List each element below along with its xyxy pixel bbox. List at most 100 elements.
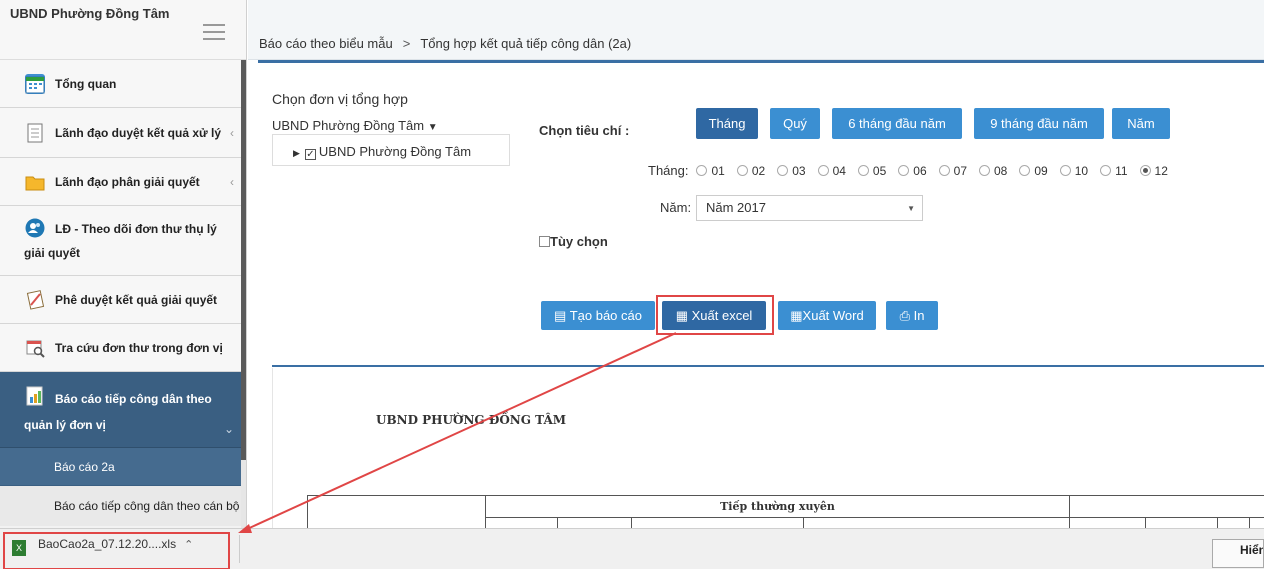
month-radio-label: 02 bbox=[751, 164, 766, 178]
year-select[interactable]: Năm 2017 ▼ bbox=[696, 195, 923, 221]
unit-checkbox[interactable]: ✓ bbox=[304, 149, 316, 160]
month-radio[interactable] bbox=[1139, 165, 1151, 176]
download-filename: BaoCao2a_07.12.20....xls bbox=[38, 537, 177, 551]
sidebar-item-approve-results[interactable]: Lãnh đạo duyệt kết quả xử lý ‹ bbox=[0, 108, 246, 158]
sidebar-item-report-by-unit[interactable]: Báo cáo tiếp công dân theo quản lý đơn v… bbox=[0, 372, 246, 448]
app-window: UBND Phường Đồng Tâm Tổng quan Lãnh đạo … bbox=[0, 0, 1264, 569]
custom-option-label: Tùy chọn bbox=[550, 234, 608, 249]
breadcrumb: Báo cáo theo biểu mẫu > Tổng hợp kết quả t… bbox=[259, 36, 631, 51]
year-label: Năm: bbox=[660, 200, 692, 215]
unit-dropdown-value: UBND Phường Đồng Tâm bbox=[272, 118, 425, 133]
month-radio-label: 08 bbox=[994, 164, 1008, 178]
month-radio[interactable] bbox=[736, 165, 748, 176]
download-item[interactable]: X BaoCao2a_07.12.20....xls ⌃ bbox=[12, 537, 193, 556]
excel-file-icon: ▦ bbox=[675, 308, 688, 323]
search-calendar-icon bbox=[25, 338, 45, 358]
month-radio[interactable] bbox=[777, 165, 789, 176]
year-select-value: Năm 2017 bbox=[706, 200, 766, 215]
month-radio[interactable] bbox=[898, 165, 910, 176]
show-all-button[interactable]: Hiển bbox=[1212, 539, 1264, 568]
export-excel-button[interactable]: ▦ Xuất excel bbox=[662, 301, 766, 330]
sidebar-item-label: Lãnh đạo phân giải quyết bbox=[55, 174, 200, 189]
document-icon bbox=[25, 123, 45, 143]
month-radio-label: 04 bbox=[832, 164, 846, 178]
period-year-button[interactable]: Năm bbox=[1112, 108, 1170, 139]
chevron-down-icon: ⌄ bbox=[223, 422, 234, 436]
custom-option-checkbox[interactable] bbox=[539, 236, 550, 247]
month-radio-label: 09 bbox=[1034, 164, 1048, 178]
sidebar-brand: UBND Phường Đồng Tâm bbox=[0, 0, 246, 60]
sidebar-item-label: LĐ - Theo dõi đơn thư thụ lý bbox=[55, 222, 217, 236]
unit-heading: Chọn đơn vị tổng hợp bbox=[272, 91, 408, 107]
chevron-left-icon: ‹ bbox=[230, 174, 234, 189]
sidebar-item-label: Tra cứu đơn thư trong đơn vị bbox=[55, 340, 223, 355]
sidebar-item-label: Phê duyệt kết quả giải quyết bbox=[55, 292, 218, 307]
table-cell bbox=[1069, 495, 1264, 518]
sidebar-item-approve-resolution[interactable]: Phê duyệt kết quả giải quyết bbox=[0, 276, 246, 324]
sidebar-item-label: Báo cáo tiếp công dân theo bbox=[55, 392, 212, 406]
create-report-label: Tạo báo cáo bbox=[569, 308, 642, 323]
period-9-months-button[interactable]: 9 tháng đầu năm bbox=[974, 108, 1104, 139]
sidebar-subitem-report-by-staff[interactable]: Báo cáo tiếp công dân theo cán bộ bbox=[0, 486, 246, 526]
month-radio[interactable] bbox=[1019, 165, 1031, 176]
period-6-months-button[interactable]: 6 tháng đầu năm bbox=[832, 108, 962, 139]
month-radio-group: Tháng: 01 02 03 04 05 06 07 08 09 10 11 12 bbox=[648, 163, 1174, 178]
sidebar-item-overview[interactable]: Tổng quan bbox=[0, 60, 246, 108]
export-word-button[interactable]: ▦Xuất Word bbox=[778, 301, 876, 330]
month-radio-label: 12 bbox=[1154, 164, 1168, 178]
chevron-up-icon[interactable]: ⌃ bbox=[184, 539, 193, 551]
month-radio[interactable] bbox=[979, 165, 990, 176]
people-icon bbox=[25, 218, 45, 238]
chevron-left-icon: ‹ bbox=[230, 125, 234, 140]
month-label: Tháng: bbox=[648, 163, 689, 178]
period-quarter-button[interactable]: Quý bbox=[770, 108, 820, 139]
report-preview: UBND PHƯỜNG ĐỒNG TÂM Tiếp thường xuyên bbox=[272, 368, 1264, 540]
sidebar-item-label-line2: giải quyết bbox=[24, 246, 81, 260]
month-radio-label: 05 bbox=[872, 164, 887, 178]
divider bbox=[239, 535, 240, 563]
table-header: Tiếp thường xuyên bbox=[485, 495, 1070, 518]
report-icon bbox=[25, 386, 45, 406]
unit-tree: ▶ ✓ UBND Phường Đồng Tâm bbox=[272, 134, 510, 166]
month-radio[interactable] bbox=[1100, 165, 1112, 176]
month-radio-label: 06 bbox=[913, 164, 927, 178]
sidebar-item-track[interactable]: LĐ - Theo dõi đơn thư thụ lý giải quyết bbox=[0, 206, 246, 276]
clipboard-icon bbox=[25, 289, 45, 310]
file-icon: ▤ bbox=[554, 308, 567, 323]
export-word-label: Xuất Word bbox=[802, 308, 864, 323]
brand-title: UBND Phường Đồng Tâm bbox=[10, 6, 170, 21]
caret-down-icon: ▼ bbox=[427, 122, 438, 133]
unit-dropdown[interactable]: UBND Phường Đồng Tâm ▼ bbox=[272, 118, 438, 133]
sidebar-scrollbar[interactable] bbox=[241, 60, 246, 528]
hamburger-menu-icon[interactable] bbox=[203, 24, 225, 40]
sidebar-subitem-report-2a[interactable]: Báo cáo 2a bbox=[0, 448, 246, 486]
month-radio-label: 01 bbox=[711, 164, 725, 178]
caret-right-icon[interactable]: ▶ bbox=[293, 148, 300, 158]
month-radio[interactable] bbox=[857, 165, 869, 176]
create-report-button[interactable]: ▤ Tạo báo cáo bbox=[541, 301, 655, 330]
report-title: UBND PHƯỜNG ĐỒNG TÂM bbox=[376, 413, 567, 427]
print-button[interactable]: ⎙ In bbox=[886, 301, 938, 330]
sidebar: UBND Phường Đồng Tâm Tổng quan Lãnh đạo … bbox=[0, 0, 247, 528]
folder-icon bbox=[25, 172, 45, 192]
export-excel-label: Xuất excel bbox=[691, 308, 753, 323]
criteria-label: Chọn tiêu chí : bbox=[539, 123, 630, 138]
excel-file-icon: X bbox=[12, 540, 26, 556]
breadcrumb-separator: > bbox=[402, 36, 411, 51]
calendar-icon bbox=[25, 73, 45, 94]
period-month-button[interactable]: Tháng bbox=[696, 108, 758, 139]
breadcrumb-parent[interactable]: Báo cáo theo biểu mẫu bbox=[259, 36, 393, 51]
month-radio-label: 10 bbox=[1074, 164, 1089, 178]
sidebar-item-assign[interactable]: Lãnh đạo phân giải quyết ‹ bbox=[0, 158, 246, 206]
unit-tree-item-label: UBND Phường Đồng Tâm bbox=[318, 144, 472, 159]
custom-option[interactable]: Tùy chọn bbox=[539, 234, 608, 249]
breadcrumb-current: Tổng hợp kết quả tiếp công dân (2a) bbox=[420, 36, 632, 51]
month-radio[interactable] bbox=[817, 165, 829, 176]
sidebar-item-search[interactable]: Tra cứu đơn thư trong đơn vị bbox=[0, 324, 246, 372]
month-radio[interactable] bbox=[696, 165, 708, 176]
month-radio[interactable] bbox=[1059, 165, 1071, 176]
month-radio-label: 07 bbox=[953, 164, 967, 178]
month-radio[interactable] bbox=[938, 165, 950, 176]
print-label: In bbox=[913, 308, 925, 323]
word-file-icon: ▦ bbox=[790, 308, 803, 323]
